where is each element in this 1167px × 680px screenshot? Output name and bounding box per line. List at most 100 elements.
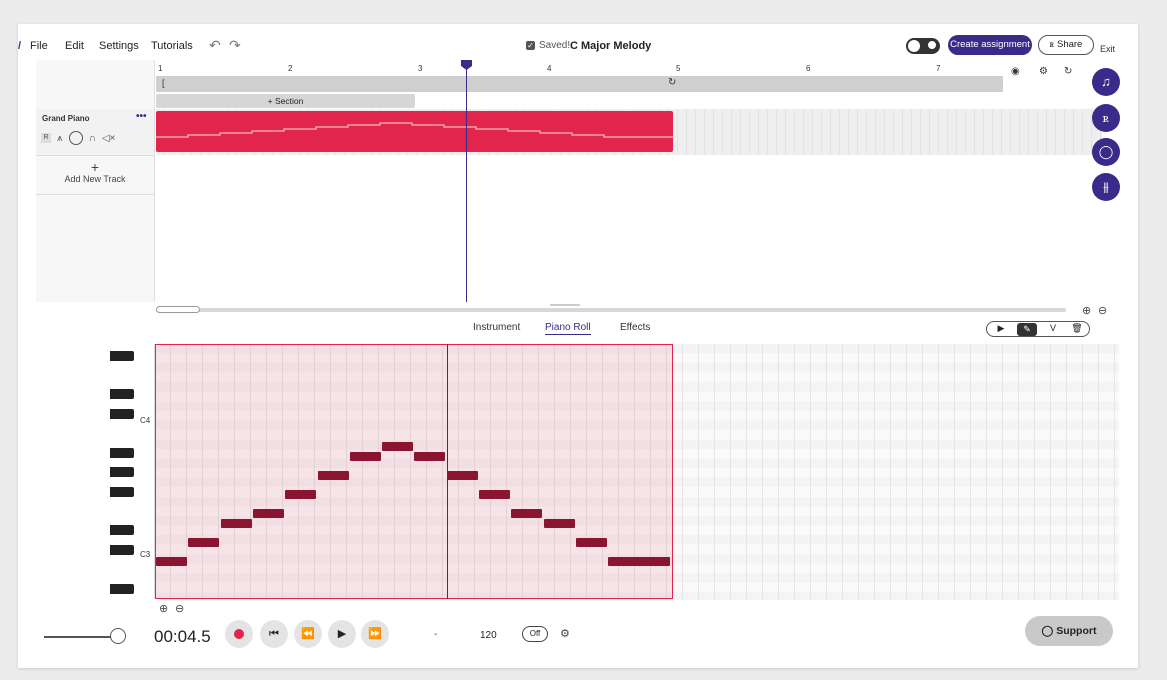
rewind-icon: ⏪ bbox=[301, 628, 315, 640]
velocity-tool-icon[interactable]: V bbox=[1043, 323, 1063, 333]
add-track-label: Add New Track bbox=[64, 174, 126, 184]
skip-to-start-button[interactable]: ⏮ bbox=[260, 620, 288, 648]
black-key[interactable] bbox=[110, 545, 134, 555]
tab-effects[interactable]: Effects bbox=[620, 322, 650, 333]
black-key[interactable] bbox=[110, 525, 134, 535]
midi-note[interactable] bbox=[349, 451, 381, 461]
zoom-in-icon[interactable]: ⊕ bbox=[1082, 304, 1091, 317]
midi-note[interactable] bbox=[446, 471, 478, 481]
ruler-mark: 3 bbox=[418, 64, 423, 73]
add-section-button[interactable]: + Section bbox=[156, 94, 415, 108]
midi-clip[interactable] bbox=[156, 111, 673, 152]
midi-note[interactable] bbox=[285, 490, 317, 500]
menu-bar: / File Edit Settings Tutorials ↶ ↷ ✓ Sav… bbox=[18, 24, 1138, 62]
project-title[interactable]: C Major Melody bbox=[570, 40, 651, 52]
share-label: Share bbox=[1056, 39, 1083, 50]
key-signature[interactable]: - bbox=[434, 629, 437, 640]
add-new-track-button[interactable]: + Add New Track bbox=[36, 158, 154, 195]
loop-region-bar[interactable]: [ ↻ bbox=[156, 76, 1003, 92]
tab-piano-roll[interactable]: Piano Roll bbox=[545, 322, 591, 335]
settings-icon[interactable]: ⚙ bbox=[1039, 66, 1048, 77]
support-button[interactable]: ◯ Support bbox=[1025, 616, 1113, 646]
ruler-mark: 7 bbox=[936, 64, 941, 73]
chat-icon[interactable]: ◯ bbox=[1092, 138, 1120, 166]
menu-tutorials[interactable]: Tutorials bbox=[151, 40, 193, 52]
master-volume-knob[interactable] bbox=[110, 628, 126, 644]
track-options-button[interactable]: ••• bbox=[136, 111, 147, 122]
midi-note[interactable] bbox=[575, 537, 607, 547]
midi-note[interactable] bbox=[479, 490, 510, 500]
create-assignment-button[interactable]: Create assignment bbox=[948, 35, 1032, 55]
share-button[interactable]: ꭱ Share bbox=[1038, 35, 1094, 55]
midi-note[interactable] bbox=[188, 537, 220, 547]
gear-icon[interactable]: ⚙ bbox=[560, 627, 570, 640]
collaborators-icon[interactable]: ꭱ bbox=[1092, 104, 1120, 132]
edit-tool-group: ▶ ✎ V 🗑 bbox=[986, 321, 1090, 337]
black-key[interactable] bbox=[110, 448, 134, 458]
black-key[interactable] bbox=[110, 467, 134, 477]
pointer-tool-icon[interactable]: ▶ bbox=[991, 323, 1011, 334]
timeline-ruler[interactable]: 1 2 3 4 5 6 7 bbox=[156, 60, 1102, 76]
midi-note[interactable] bbox=[156, 557, 187, 566]
exit-button[interactable]: Exit bbox=[1100, 44, 1115, 54]
headphones-icon[interactable]: ∩ bbox=[89, 133, 96, 144]
black-key[interactable] bbox=[110, 409, 134, 419]
toggle-knob bbox=[908, 40, 920, 52]
undo-icon[interactable]: ↶ bbox=[209, 37, 221, 54]
time-display: 00:04.5 bbox=[154, 627, 211, 646]
midi-note[interactable] bbox=[252, 509, 284, 519]
play-button[interactable]: ▶ bbox=[328, 620, 356, 648]
pencil-tool-icon[interactable]: ✎ bbox=[1017, 323, 1037, 336]
midi-note[interactable] bbox=[220, 518, 252, 528]
check-icon: ✓ bbox=[526, 41, 535, 50]
scrollbar-thumb[interactable] bbox=[156, 306, 200, 313]
black-key[interactable] bbox=[110, 584, 134, 594]
tab-instrument[interactable]: Instrument bbox=[473, 322, 520, 333]
ruler-mark: 2 bbox=[288, 64, 293, 73]
roll-zoom-out-icon[interactable]: ⊖ bbox=[175, 602, 184, 615]
horizontal-scrollbar[interactable] bbox=[156, 306, 1066, 313]
roll-zoom-in-icon[interactable]: ⊕ bbox=[159, 602, 168, 615]
loop-toggle-icon[interactable]: ↻ bbox=[1064, 66, 1072, 77]
clock-icon bbox=[927, 40, 937, 50]
menu-file[interactable]: File bbox=[30, 40, 48, 52]
black-key[interactable] bbox=[110, 389, 134, 399]
menu-settings[interactable]: Settings bbox=[99, 40, 139, 52]
record-arm-button[interactable]: R bbox=[41, 133, 51, 143]
track-header[interactable]: Grand Piano ••• R ⩚ ∩ ◁× bbox=[36, 109, 154, 156]
volume-knob[interactable] bbox=[68, 131, 83, 145]
clip-region[interactable] bbox=[155, 344, 673, 599]
people-icon: ꭱ bbox=[1049, 39, 1057, 50]
logo-icon: / bbox=[18, 40, 22, 52]
midi-note[interactable] bbox=[317, 471, 349, 481]
master-volume-track[interactable] bbox=[44, 636, 116, 638]
black-key[interactable] bbox=[110, 487, 134, 497]
mute-icon[interactable]: ◁× bbox=[102, 133, 116, 144]
piano-roll-playhead bbox=[447, 344, 448, 599]
mode-toggle[interactable] bbox=[906, 38, 940, 54]
piano-keyboard[interactable]: C4 C3 bbox=[110, 344, 155, 598]
menu-edit[interactable]: Edit bbox=[65, 40, 84, 52]
midi-note[interactable] bbox=[511, 509, 543, 519]
app-frame: / File Edit Settings Tutorials ↶ ↷ ✓ Sav… bbox=[18, 24, 1138, 668]
panel-resize-handle[interactable] bbox=[550, 304, 580, 306]
midi-note[interactable] bbox=[414, 451, 446, 461]
tempo-display[interactable]: 120 bbox=[480, 630, 497, 641]
rewind-button[interactable]: ⏪ bbox=[294, 620, 322, 648]
fast-forward-button[interactable]: ⏩ bbox=[361, 620, 389, 648]
record-button[interactable] bbox=[225, 620, 253, 648]
zoom-out-icon[interactable]: ⊖ bbox=[1098, 304, 1107, 317]
track-name[interactable]: Grand Piano bbox=[42, 114, 90, 123]
music-note-icon[interactable]: ♫ bbox=[1092, 68, 1120, 96]
midi-note[interactable] bbox=[382, 442, 414, 452]
black-key[interactable] bbox=[110, 351, 134, 361]
automation-icon[interactable]: ⩚ bbox=[57, 133, 63, 144]
ruler-mark: 1 bbox=[158, 64, 163, 73]
delete-tool-icon[interactable]: 🗑 bbox=[1067, 323, 1087, 334]
metronome-icon[interactable]: ◉ bbox=[1011, 66, 1020, 77]
mixer-icon[interactable]: ⫵ bbox=[1092, 173, 1120, 201]
midi-note[interactable] bbox=[608, 557, 671, 566]
midi-note[interactable] bbox=[543, 518, 575, 528]
metronome-toggle[interactable]: Off bbox=[522, 626, 548, 642]
redo-icon[interactable]: ↷ bbox=[229, 37, 241, 54]
